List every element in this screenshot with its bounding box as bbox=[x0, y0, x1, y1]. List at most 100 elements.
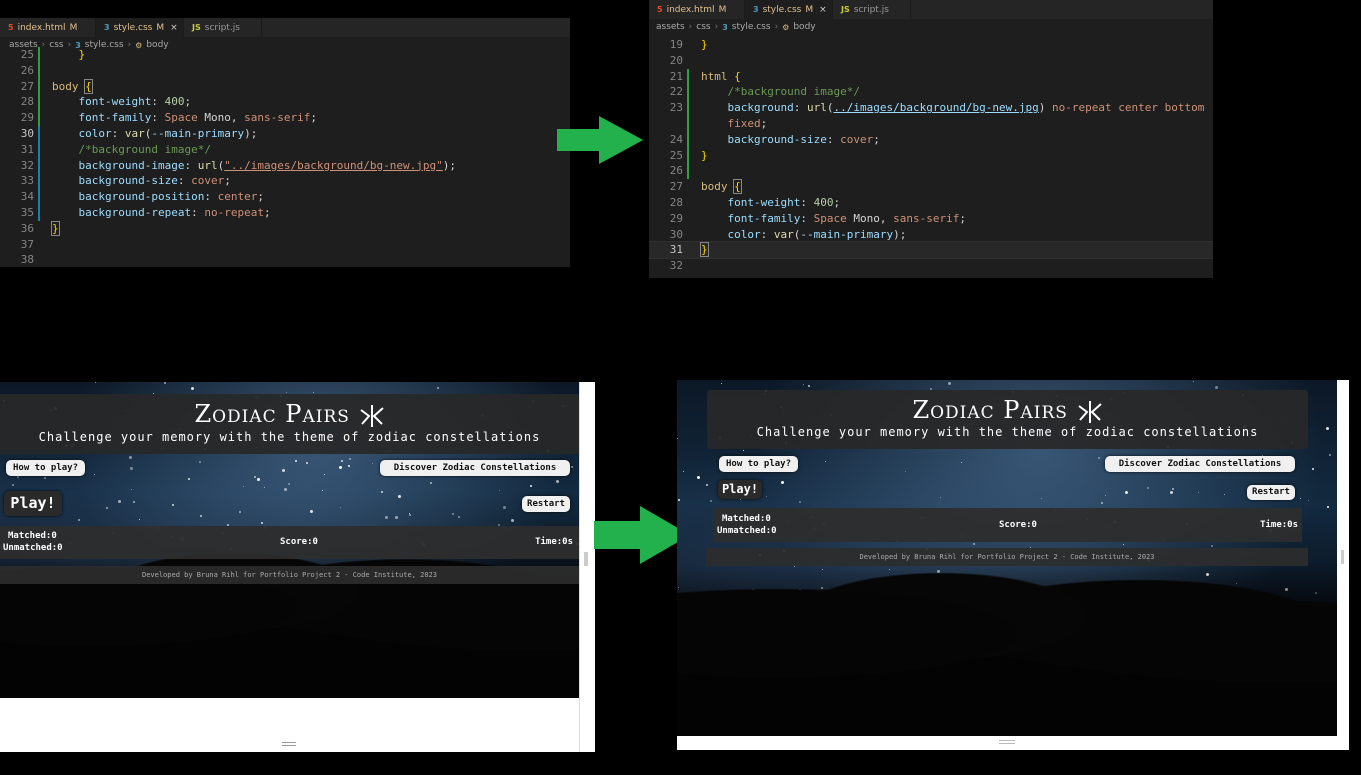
chevron-right-icon: › bbox=[688, 22, 693, 32]
code-token: --main-primary bbox=[151, 126, 245, 140]
star bbox=[436, 386, 439, 389]
page-title: Zodiac Pairs bbox=[707, 396, 1308, 424]
discover-constellations-button[interactable]: Discover Zodiac Constellations bbox=[1105, 456, 1295, 472]
code-editor-after: 5 index.html M 3 style.css M × JS script… bbox=[649, 0, 1213, 278]
tab-style-css[interactable]: 3 style.css M × bbox=[96, 18, 184, 37]
star bbox=[1041, 498, 1043, 500]
code-area[interactable]: 19} 20 21 html { 22 /*background image*/ … bbox=[649, 37, 1213, 274]
star bbox=[371, 463, 373, 465]
code-line: 37 bbox=[0, 237, 570, 253]
scrollbar-thumb[interactable] bbox=[584, 552, 588, 566]
star bbox=[720, 382, 722, 384]
code-token: background-image bbox=[78, 158, 185, 172]
close-icon[interactable]: × bbox=[170, 23, 178, 33]
star bbox=[253, 475, 256, 478]
tab-index-html[interactable]: 5 index.html M bbox=[649, 0, 745, 19]
code-token: body bbox=[701, 180, 728, 194]
scrollbar-track[interactable] bbox=[1337, 380, 1349, 750]
breadcrumb-item[interactable]: style.css bbox=[732, 22, 771, 32]
star bbox=[1105, 494, 1107, 496]
page-viewport: Zodiac Pairs Challenge your memory with … bbox=[0, 382, 579, 698]
score-value: Score:0 bbox=[999, 520, 1037, 530]
play-button[interactable]: Play! bbox=[718, 480, 762, 499]
star bbox=[682, 471, 684, 473]
page-subtitle: Challenge your memory with the theme of … bbox=[38, 430, 541, 444]
code-line: 28 font-weight: 400; bbox=[0, 94, 570, 111]
html-file-icon: 5 bbox=[8, 23, 14, 32]
modified-badge: M bbox=[156, 22, 165, 33]
star bbox=[1147, 487, 1150, 490]
star bbox=[1101, 501, 1103, 504]
code-token: url bbox=[806, 101, 827, 115]
star bbox=[324, 474, 326, 476]
line-number: 30 bbox=[669, 227, 683, 241]
how-to-play-button[interactable]: How to play? bbox=[719, 456, 798, 472]
code-token: font-weight bbox=[78, 95, 152, 109]
star bbox=[1211, 545, 1214, 548]
code-token: background-size bbox=[727, 132, 827, 146]
star bbox=[397, 494, 401, 498]
code-token: "../images/background/bg-new.jpg" bbox=[224, 158, 443, 172]
resize-handle-icon[interactable] bbox=[282, 742, 296, 746]
star bbox=[709, 499, 712, 502]
unmatched-count: Unmatched:0 bbox=[3, 543, 63, 553]
tab-index-html[interactable]: 5 index.html M bbox=[0, 18, 96, 37]
browser-screenshot-after: Zodiac Pairs Challenge your memory with … bbox=[677, 380, 1349, 750]
resize-handle-icon[interactable] bbox=[999, 740, 1015, 744]
code-token: body bbox=[52, 79, 79, 93]
star bbox=[1224, 493, 1226, 495]
header-panel: Zodiac Pairs Challenge your memory with … bbox=[707, 390, 1308, 449]
discover-constellations-button[interactable]: Discover Zodiac Constellations bbox=[380, 460, 570, 476]
js-file-icon: JS bbox=[841, 5, 850, 14]
star bbox=[1122, 543, 1124, 545]
code-line: 38 bbox=[0, 252, 570, 267]
code-token: Mono, bbox=[197, 111, 245, 125]
html-file-icon: 5 bbox=[657, 5, 663, 14]
how-to-play-button[interactable]: How to play? bbox=[6, 460, 85, 476]
code-line: 32 background-image: url("../images/back… bbox=[0, 157, 570, 174]
line-number: 33 bbox=[20, 174, 34, 188]
code-area[interactable]: 25 } 26 27 body { 28 font-weight: 400; 29… bbox=[0, 47, 570, 267]
scrollbar-track[interactable] bbox=[579, 382, 595, 752]
tab-script-js[interactable]: JS script.js bbox=[833, 0, 911, 19]
star bbox=[385, 515, 389, 519]
tab-script-js[interactable]: JS script.js bbox=[184, 18, 262, 37]
star bbox=[807, 385, 810, 388]
code-token: no-repeat bbox=[204, 205, 264, 219]
modified-badge: M bbox=[805, 4, 814, 15]
restart-button[interactable]: Restart bbox=[1247, 485, 1295, 500]
star bbox=[339, 507, 341, 509]
stats-bar: Matched:0 Unmatched:0 Score:0 Time:0s bbox=[713, 508, 1302, 542]
line-number: 35 bbox=[20, 205, 34, 219]
title-text: Zodiac Pairs bbox=[194, 400, 350, 428]
star bbox=[409, 514, 412, 517]
star bbox=[960, 462, 962, 464]
line-number: 25 bbox=[20, 48, 34, 61]
chevron-right-icon: › bbox=[714, 22, 719, 32]
star bbox=[131, 489, 133, 491]
restart-button[interactable]: Restart bbox=[522, 496, 570, 512]
star bbox=[106, 506, 109, 509]
line-number: 23 bbox=[669, 101, 683, 115]
tab-label: style.css bbox=[113, 22, 153, 33]
star bbox=[164, 382, 167, 384]
star bbox=[570, 466, 573, 469]
star bbox=[457, 516, 460, 519]
scrollbar-thumb[interactable] bbox=[1341, 550, 1344, 564]
star bbox=[1326, 426, 1330, 430]
line-number: 26 bbox=[20, 63, 34, 77]
star bbox=[77, 519, 80, 522]
star bbox=[282, 468, 286, 472]
star bbox=[1170, 491, 1174, 495]
star bbox=[555, 479, 559, 483]
code-editor-before: 5 index.html M 3 style.css M × JS script… bbox=[0, 18, 570, 267]
star bbox=[283, 488, 287, 492]
star bbox=[133, 501, 136, 504]
breadcrumb-item[interactable]: css bbox=[696, 22, 710, 32]
tab-style-css[interactable]: 3 style.css M × bbox=[745, 0, 833, 19]
play-button[interactable]: Play! bbox=[4, 491, 62, 516]
tree-silhouette bbox=[677, 565, 1337, 736]
breadcrumb-item[interactable]: assets bbox=[656, 22, 685, 32]
breadcrumb-item[interactable]: body bbox=[793, 22, 815, 32]
close-icon[interactable]: × bbox=[819, 5, 827, 15]
